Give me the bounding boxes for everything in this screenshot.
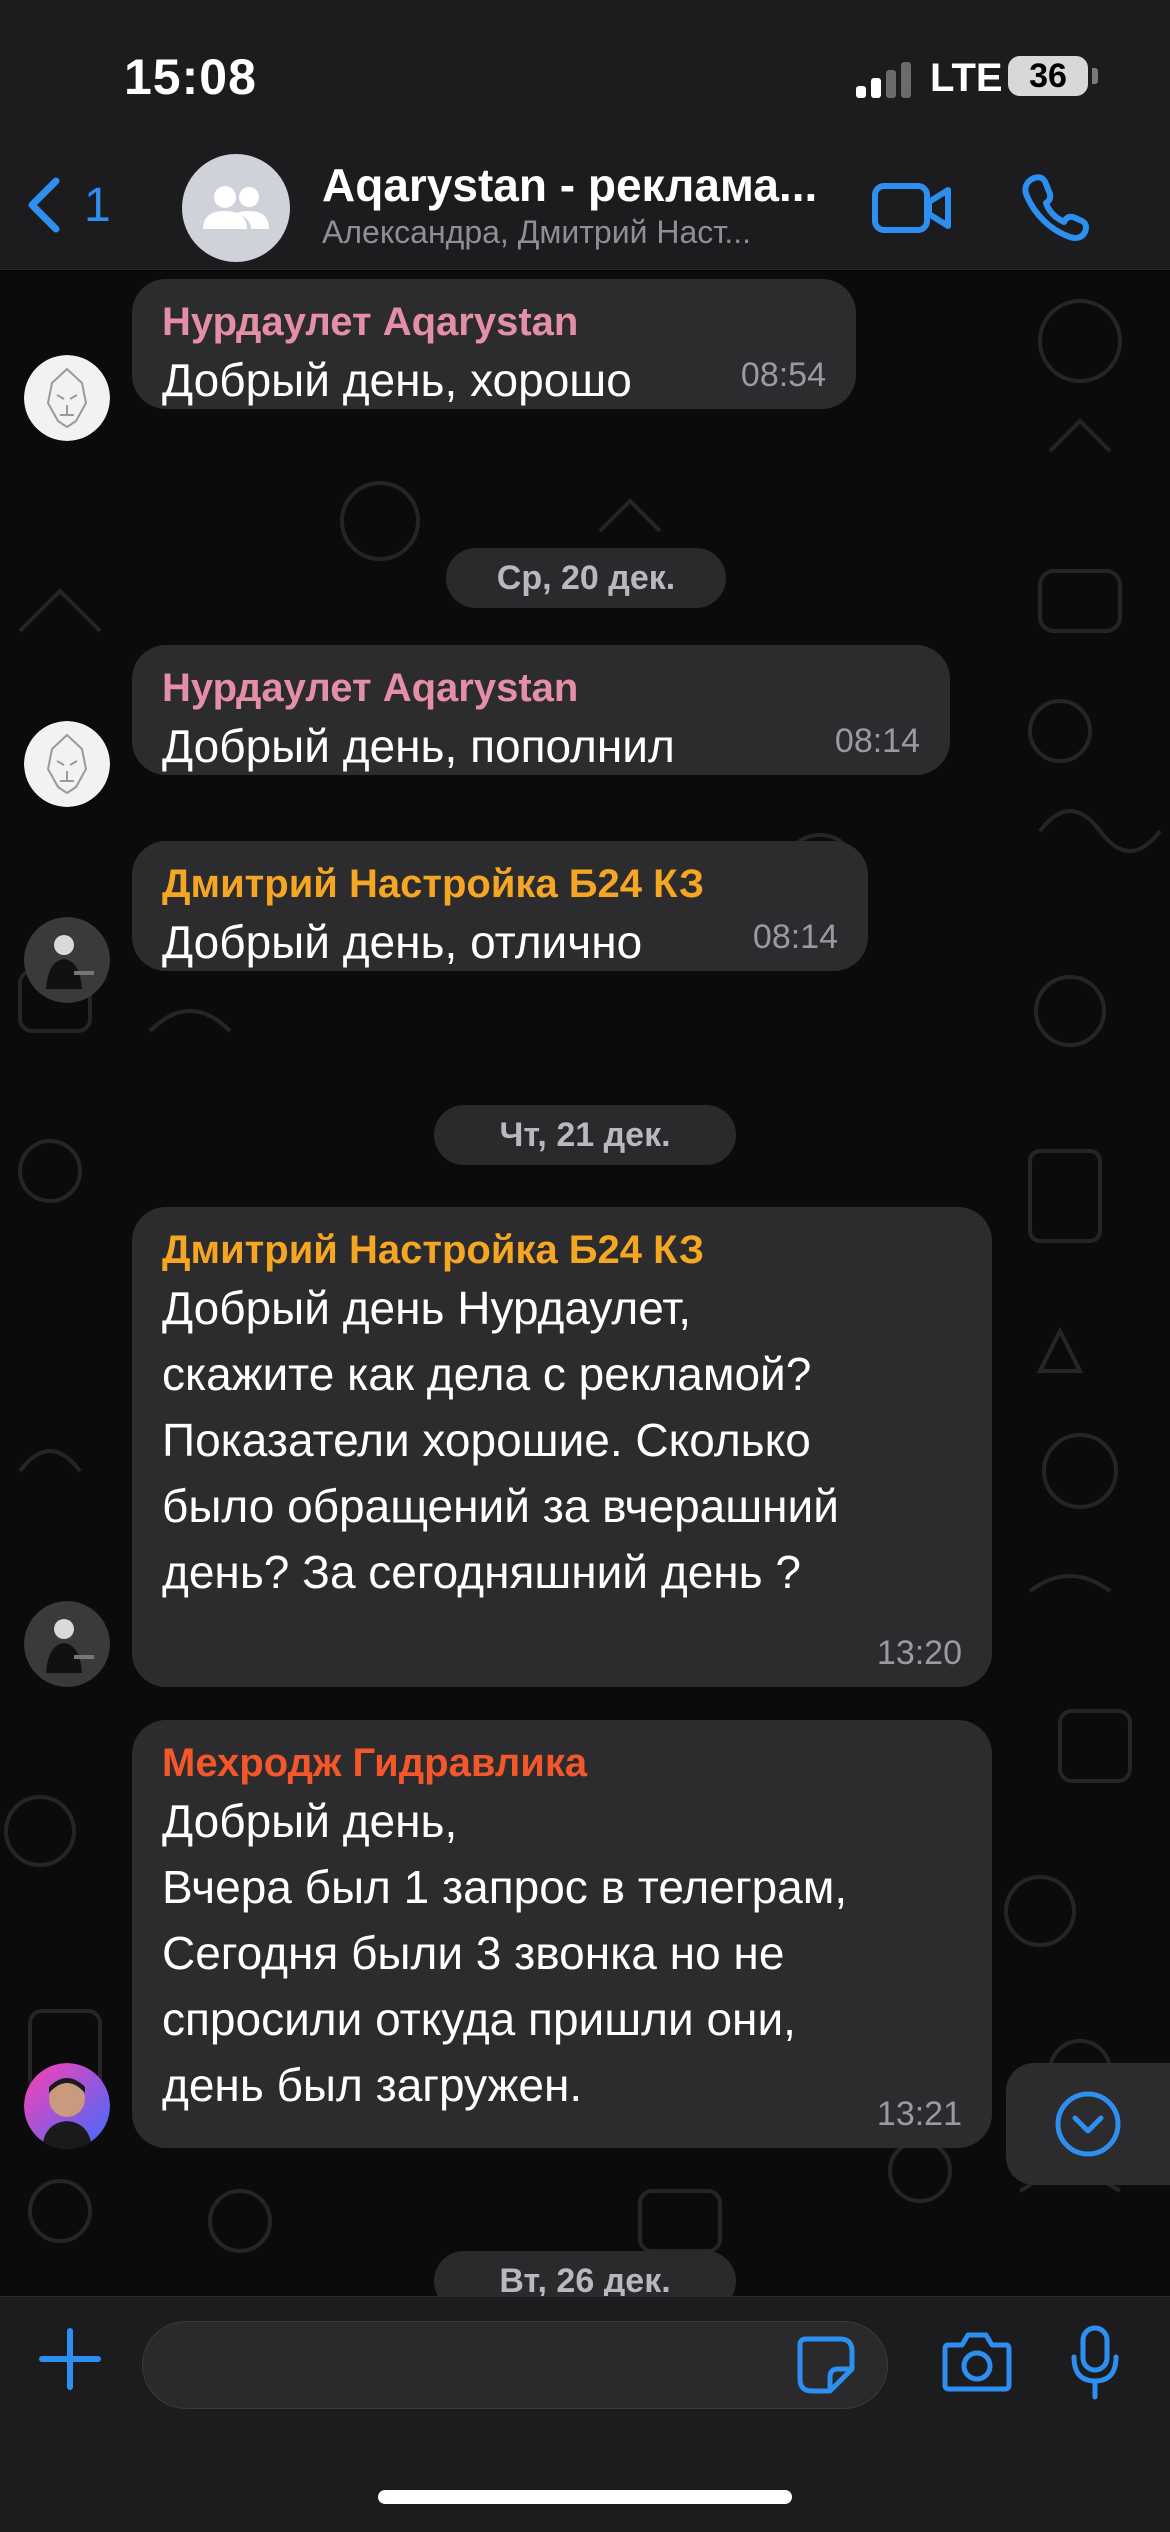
date-separator: Чт, 21 дек. <box>434 1105 736 1165</box>
plus-icon[interactable] <box>38 2327 102 2391</box>
group-icon <box>203 186 269 229</box>
message-bubble[interactable]: Нурдаулет Aqarystan Добрый день, хорошо … <box>132 279 856 409</box>
avatar-dmitry[interactable] <box>24 917 110 1003</box>
chat-header: 1 Aqarystan - реклама... Александра, Дми… <box>0 140 1170 270</box>
message-bubble[interactable]: Дмитрий Настройка Б24 КЗ Добрый день Нур… <box>132 1207 992 1687</box>
chat-area[interactable]: Нурдаулет Aqarystan Добрый день, хорошо … <box>0 271 1170 2296</box>
message-text: Добрый день Нурдаулет, скажите как дела … <box>162 1282 839 1598</box>
message-input[interactable] <box>142 2321 888 2409</box>
avatar-dmitry[interactable] <box>24 1601 110 1687</box>
scroll-down-icon <box>1055 2091 1121 2157</box>
message-sender: Дмитрий Настройка Б24 КЗ <box>162 862 705 906</box>
message-bubble[interactable]: Мехродж Гидравлика Добрый день, Вчера бы… <box>132 1720 992 2148</box>
signal-icon <box>856 62 916 98</box>
network-type: LTE <box>930 56 1003 100</box>
phone-icon[interactable] <box>1020 172 1090 242</box>
message-time: 08:54 <box>740 356 826 394</box>
scroll-down-button[interactable] <box>1006 2063 1170 2185</box>
battery-tip <box>1092 68 1098 84</box>
back-button[interactable]: 1 <box>24 170 111 240</box>
back-count: 1 <box>84 178 111 232</box>
status-time: 15:08 <box>124 49 257 105</box>
chat-title[interactable]: Aqarystan - реклама... <box>322 158 852 212</box>
message-text: Добрый день, отлично <box>162 916 643 968</box>
back-chevron-icon <box>28 177 60 233</box>
message-text: Добрый день, пополнил <box>162 720 675 772</box>
message-bubble[interactable]: Дмитрий Настройка Б24 КЗ Добрый день, от… <box>132 841 868 971</box>
message-time: 13:21 <box>876 2095 962 2133</box>
avatar-nurdaulet[interactable] <box>24 355 110 441</box>
message-bubble[interactable]: Нурдаулет Aqarystan Добрый день, пополни… <box>132 645 950 775</box>
message-time: 08:14 <box>752 918 838 956</box>
message-sender: Дмитрий Настройка Б24 КЗ <box>162 1228 705 1272</box>
message-sender: Мехродж Гидравлика <box>162 1741 588 1785</box>
date-separator: Ср, 20 дек. <box>446 548 726 608</box>
camera-icon[interactable] <box>942 2331 1012 2393</box>
message-sender: Нурдаулет Aqarystan <box>162 666 579 710</box>
message-time: 13:20 <box>876 1634 962 1672</box>
battery-icon: 36 <box>1008 56 1088 96</box>
avatar-mehrodzh[interactable] <box>24 2063 110 2149</box>
group-avatar[interactable] <box>182 154 290 262</box>
date-separator: Вт, 26 дек. <box>434 2251 736 2296</box>
home-indicator[interactable] <box>378 2490 792 2504</box>
status-bar: 15:08 LTE 36 <box>0 0 1170 140</box>
sticker-icon[interactable] <box>796 2335 856 2395</box>
message-text: Добрый день, Вчера был 1 запрос в телегр… <box>162 1795 848 2111</box>
microphone-icon[interactable] <box>1070 2325 1120 2401</box>
avatar-nurdaulet[interactable] <box>24 721 110 807</box>
message-time: 08:14 <box>834 722 920 760</box>
message-text: Добрый день, хорошо <box>162 354 632 406</box>
message-sender: Нурдаулет Aqarystan <box>162 300 579 344</box>
chat-members[interactable]: Александра, Дмитрий Наст... <box>322 214 842 251</box>
video-call-icon[interactable] <box>872 180 952 236</box>
